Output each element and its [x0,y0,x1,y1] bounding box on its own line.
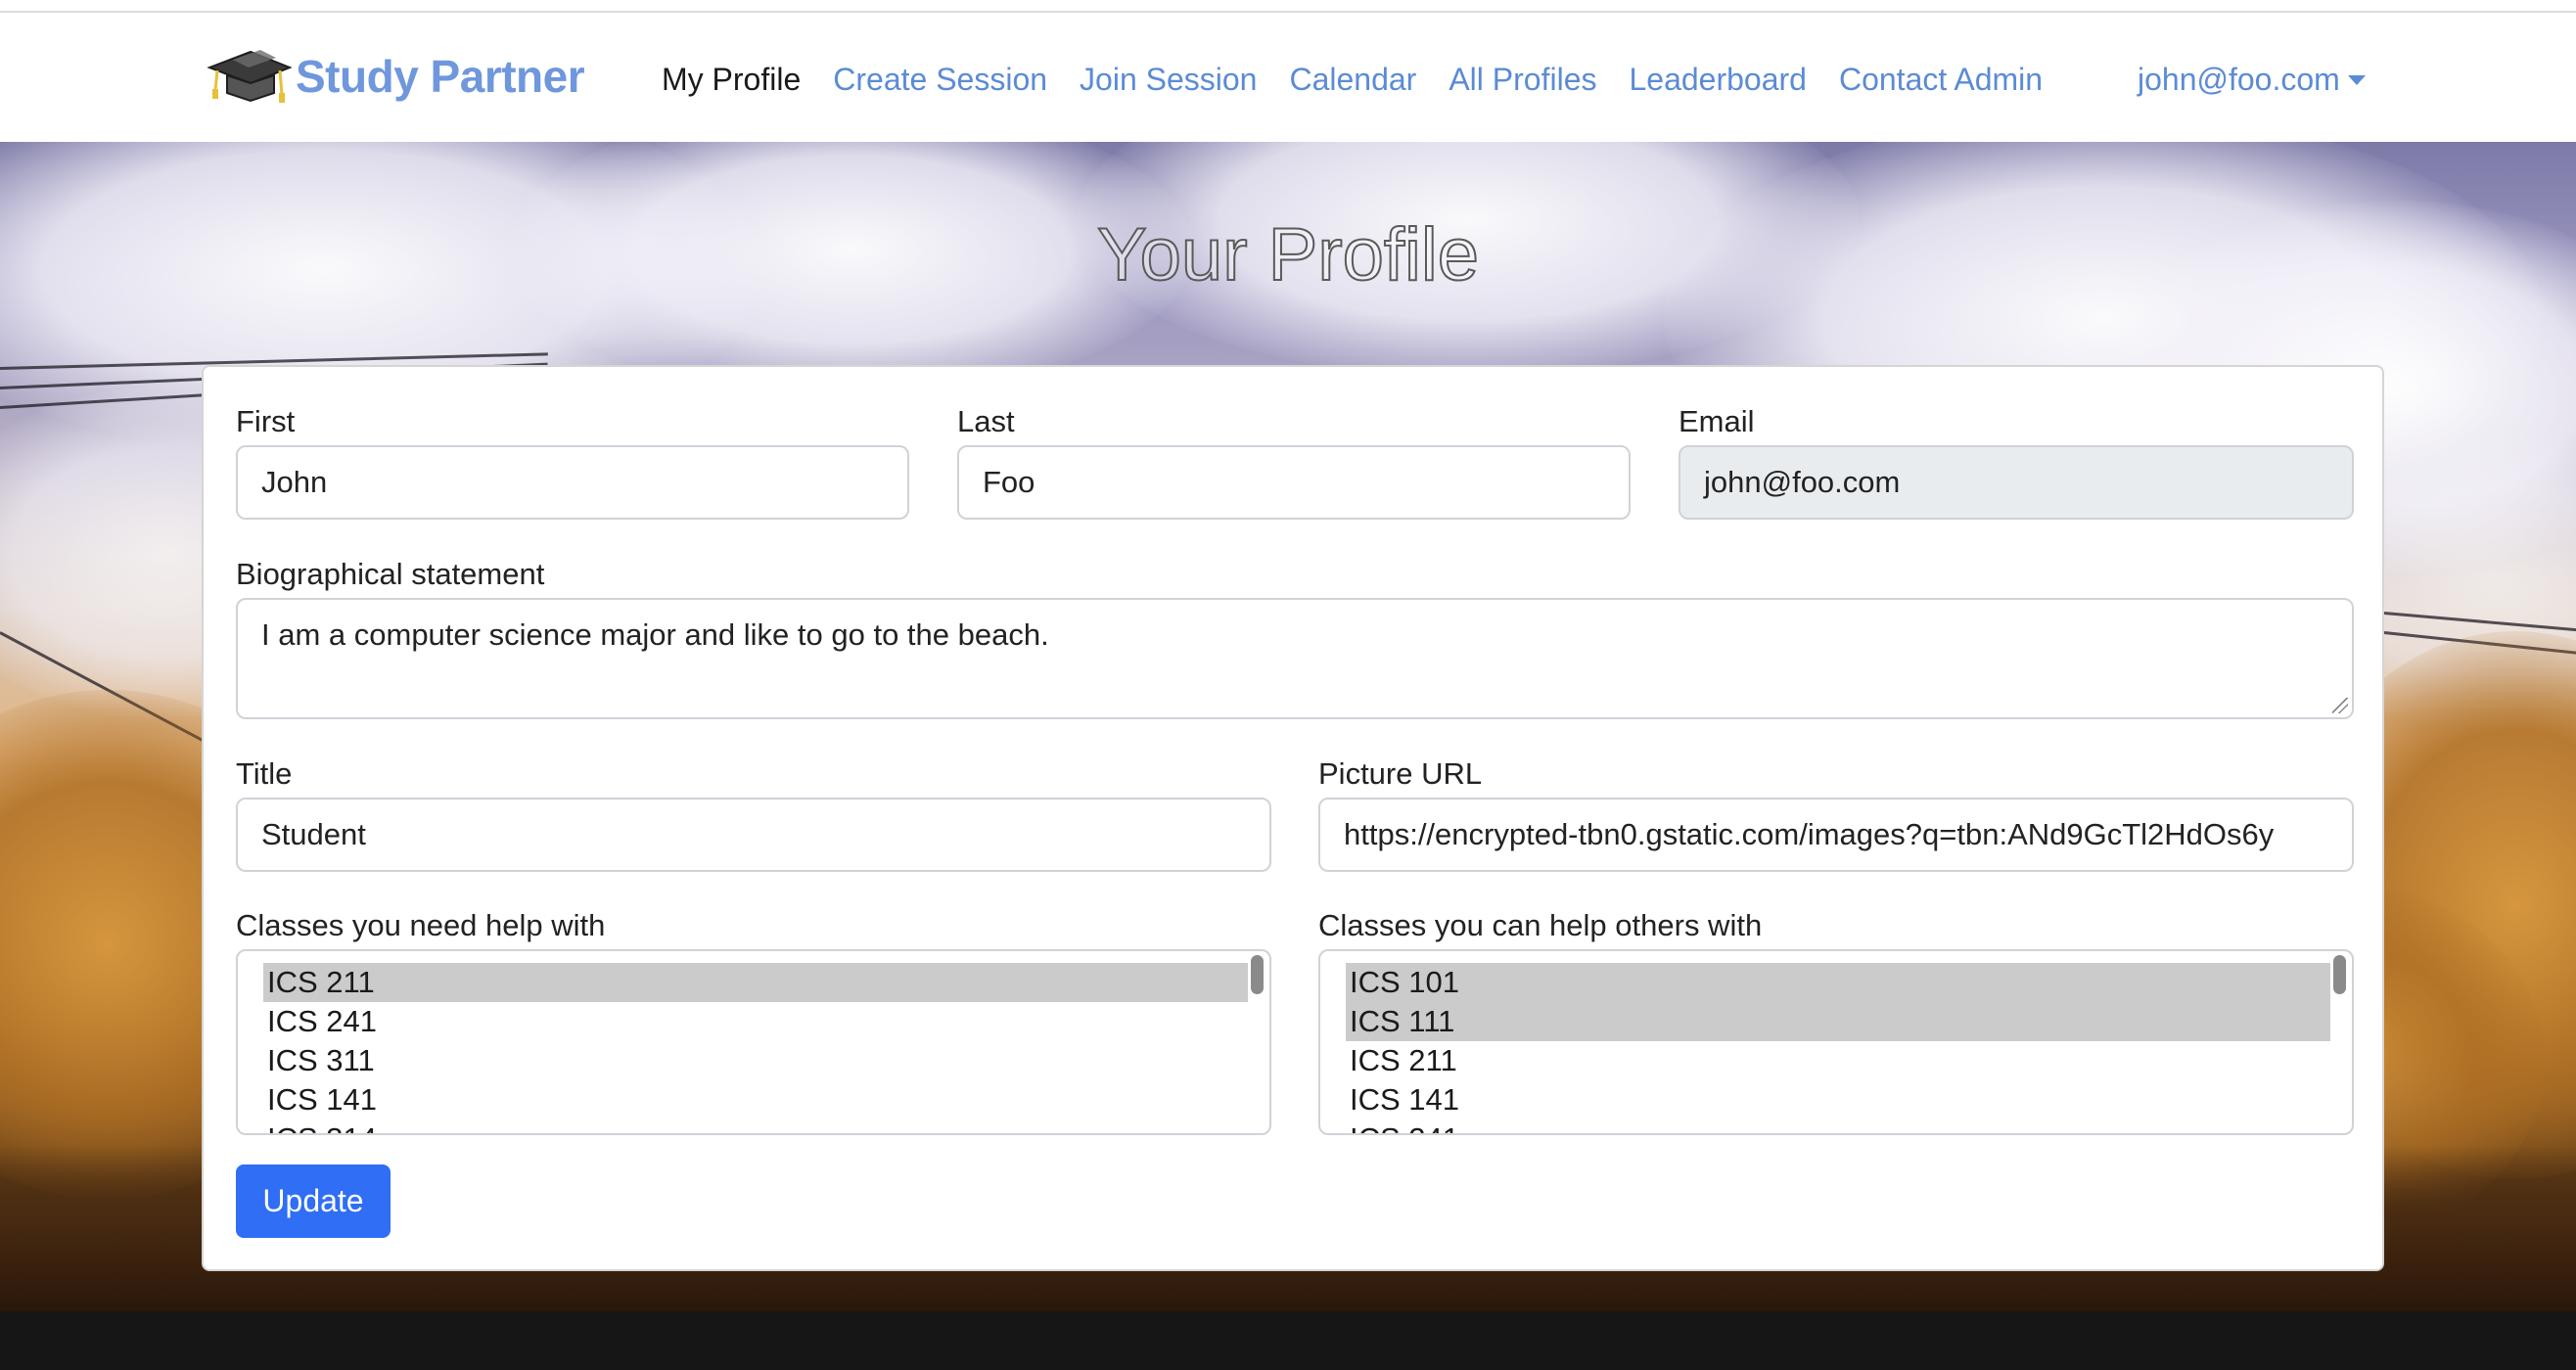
nav-my-profile[interactable]: My Profile [662,62,801,98]
option-ics-211[interactable]: ICS 211 [263,963,1248,1002]
email-label: Email [1679,404,1755,438]
option-ics-241[interactable]: ICS 241 [263,1002,1248,1041]
picture-url-label: Picture URL [1318,756,1483,791]
option-ics-314[interactable]: ICS 314 [263,1119,1248,1133]
user-email: john@foo.com [2138,62,2340,97]
footer [0,1311,2576,1370]
nav-all-profiles[interactable]: All Profiles [1449,62,1596,98]
can-help-label: Classes you can help others with [1318,908,1763,942]
bio-textarea[interactable]: I am a computer science major and like t… [236,598,2354,719]
picture-url-input[interactable]: https://encrypted-tbn0.gstatic.com/image… [1318,798,2354,872]
need-help-label: Classes you need help with [236,908,606,942]
nav-links: My Profile Create Session Join Session C… [662,62,2075,98]
first-name-label: First [236,404,296,438]
need-help-scrollbar[interactable] [1251,955,1264,994]
first-name-input[interactable]: John [236,445,909,520]
bio-text: I am a computer science major and like t… [261,617,1049,652]
last-name-input[interactable]: Foo [957,445,1631,520]
title-input[interactable]: Student [236,798,1271,872]
top-border [0,0,2576,13]
option-ics-111[interactable]: ICS 111 [1346,1002,2330,1041]
can-help-scrollbar[interactable] [2333,955,2346,994]
nav-join-session[interactable]: Join Session [1080,62,1257,98]
last-name-label: Last [957,404,1015,438]
update-button[interactable]: Update [236,1164,391,1238]
option-ics-141[interactable]: ICS 141 [263,1080,1248,1119]
nav-calendar[interactable]: Calendar [1289,62,1416,98]
navbar: Study Partner My Profile Create Session … [0,13,2576,142]
caret-down-icon [2347,74,2366,85]
title-label: Title [236,756,293,791]
nav-contact-admin[interactable]: Contact Admin [1839,62,2043,98]
need-help-select[interactable]: ICS 211 ICS 241 ICS 311 ICS 141 ICS 314 [236,949,1271,1135]
resize-handle-icon[interactable] [2332,698,2348,713]
email-field: john@foo.com [1679,445,2354,520]
nav-create-session[interactable]: Create Session [833,62,1047,98]
can-help-select[interactable]: ICS 101 ICS 111 ICS 211 ICS 141 ICS 241 [1318,949,2354,1135]
option-ics-241[interactable]: ICS 241 [1346,1119,2330,1133]
user-dropdown[interactable]: john@foo.com [2138,62,2366,98]
option-ics-141[interactable]: ICS 141 [1346,1080,2330,1119]
profile-form-card: First John Last Foo Email john@foo.com B… [202,365,2384,1271]
option-ics-211[interactable]: ICS 211 [1346,1041,2330,1080]
option-ics-101[interactable]: ICS 101 [1346,963,2330,1002]
page-title: Your Profile [1096,212,1480,297]
brand[interactable]: Study Partner [204,40,585,114]
bio-label: Biographical statement [236,557,545,591]
graduation-cap-icon [204,40,294,114]
option-ics-311[interactable]: ICS 311 [263,1041,1248,1080]
nav-leaderboard[interactable]: Leaderboard [1629,62,1806,98]
brand-name: Study Partner [296,51,585,102]
